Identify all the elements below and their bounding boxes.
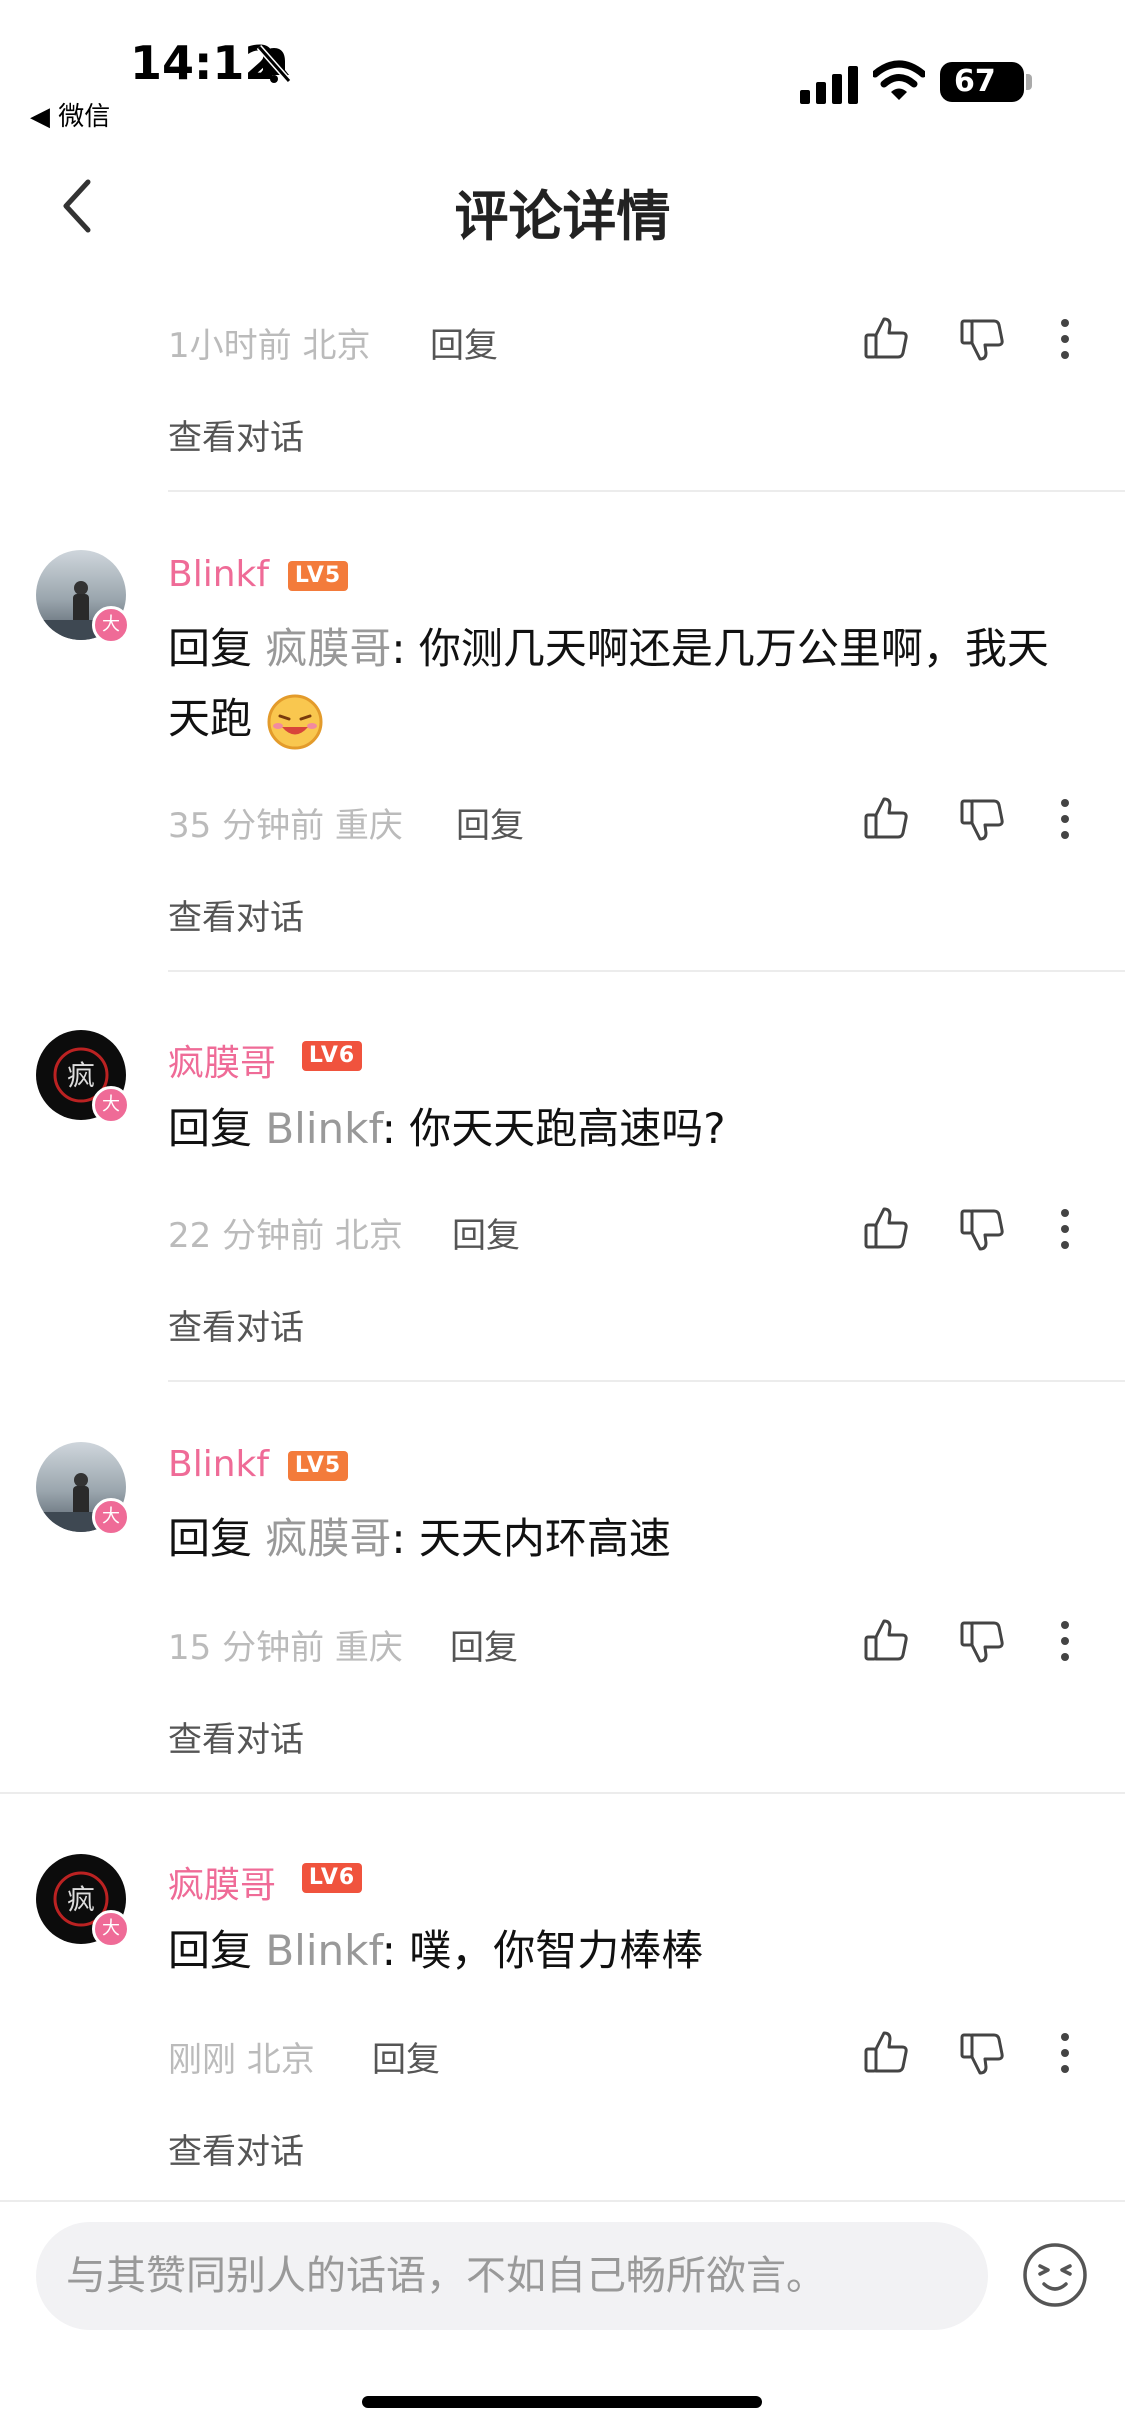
- view-conversation-link[interactable]: 查看对话: [168, 1300, 304, 1349]
- comment-text: 回复 Blinkf: 噗，你智力棒棒: [168, 1926, 704, 1975]
- username[interactable]: 疯膜哥: [168, 1034, 276, 1086]
- view-conversation-link[interactable]: 查看对话: [168, 2124, 304, 2173]
- thumbs-up-icon[interactable]: [862, 795, 910, 843]
- home-indicator[interactable]: [362, 2396, 762, 2408]
- quoted-user[interactable]: Blinkf: [265, 1104, 381, 1153]
- comment-input[interactable]: 与其赞同别人的话语，不如自己畅所欲言。: [36, 2222, 988, 2330]
- cellular-signal-icon: [800, 66, 858, 104]
- divider: [168, 490, 1125, 492]
- quoted-user[interactable]: Blinkf: [265, 1926, 381, 1975]
- divider: [168, 970, 1125, 972]
- thumbs-up-icon[interactable]: [862, 2029, 910, 2077]
- comment-text: 回复 Blinkf: 你天天跑高速吗?: [168, 1104, 726, 1153]
- back-to-wechat[interactable]: ◀ 微信: [30, 96, 110, 133]
- level-badge: LV6: [302, 1863, 362, 1893]
- thumbs-up-icon[interactable]: [862, 1205, 910, 1253]
- more-options-icon[interactable]: [1056, 2031, 1074, 2075]
- comment-meta: 22 分钟前 北京: [168, 1216, 403, 1256]
- comment-meta: 刚刚 北京: [168, 2040, 315, 2080]
- thumbs-up-icon[interactable]: [862, 315, 910, 363]
- vip-badge: 大: [92, 606, 130, 644]
- more-options-icon[interactable]: [1056, 1619, 1074, 1663]
- svg-text:疯: 疯: [67, 1059, 95, 1092]
- reply-button[interactable]: 回复: [372, 2032, 440, 2081]
- thumbs-down-icon[interactable]: [958, 1617, 1006, 1665]
- view-conversation-link[interactable]: 查看对话: [168, 890, 304, 939]
- laughing-emoji-icon: [267, 694, 323, 749]
- thumbs-down-icon[interactable]: [958, 795, 1006, 843]
- svg-text:疯: 疯: [67, 1883, 95, 1916]
- more-options-icon[interactable]: [1056, 797, 1074, 841]
- username[interactable]: Blinkf: [168, 1444, 269, 1485]
- divider: [0, 2200, 1125, 2202]
- mute-bell-icon: [256, 45, 292, 83]
- wifi-icon: [873, 60, 925, 100]
- vip-badge: 大: [92, 1498, 130, 1536]
- vip-badge: 大: [92, 1086, 130, 1124]
- quoted-user[interactable]: 疯膜哥: [265, 624, 391, 673]
- reply-button[interactable]: 回复: [452, 1208, 520, 1257]
- comment-meta: 15 分钟前 重庆: [168, 1628, 403, 1668]
- comment-text: 回复 疯膜哥: 你测几天啊还是几万公里啊，我天天跑: [168, 614, 1088, 754]
- thumbs-down-icon[interactable]: [958, 1205, 1006, 1253]
- reply-button[interactable]: 回复: [450, 1620, 518, 1669]
- status-time: 14:12: [130, 36, 277, 90]
- thumbs-down-icon[interactable]: [958, 2029, 1006, 2077]
- view-conversation-link[interactable]: 查看对话: [168, 410, 304, 459]
- thumbs-up-icon[interactable]: [862, 1617, 910, 1665]
- emoji-picker-icon[interactable]: [1022, 2242, 1088, 2308]
- divider: [0, 1792, 1125, 1794]
- username[interactable]: Blinkf: [168, 554, 269, 595]
- more-options-icon[interactable]: [1056, 317, 1074, 361]
- comment-meta: 1小时前 北京: [168, 326, 371, 366]
- username[interactable]: 疯膜哥: [168, 1856, 276, 1908]
- reply-button[interactable]: 回复: [430, 318, 498, 367]
- divider: [168, 1380, 1125, 1382]
- vip-badge: 大: [92, 1910, 130, 1948]
- view-conversation-link[interactable]: 查看对话: [168, 1712, 304, 1761]
- quoted-user[interactable]: 疯膜哥: [265, 1514, 391, 1563]
- reply-button[interactable]: 回复: [456, 798, 524, 847]
- battery-indicator: 67: [940, 62, 1032, 102]
- page-title: 评论详情: [454, 185, 671, 248]
- thumbs-down-icon[interactable]: [958, 315, 1006, 363]
- comment-text: 回复 疯膜哥: 天天内环高速: [168, 1514, 671, 1563]
- level-badge: LV5: [288, 1451, 348, 1481]
- level-badge: LV5: [288, 561, 348, 591]
- more-options-icon[interactable]: [1056, 1207, 1074, 1251]
- level-badge: LV6: [302, 1041, 362, 1071]
- comment-meta: 35 分钟前 重庆: [168, 806, 403, 846]
